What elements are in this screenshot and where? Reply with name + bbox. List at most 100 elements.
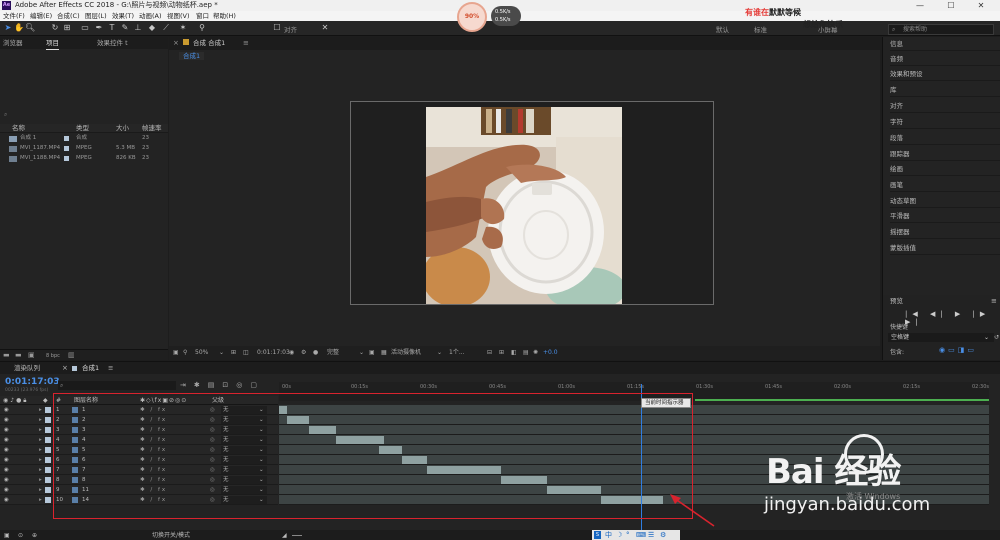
type-tool-icon[interactable]: T: [107, 23, 117, 33]
menu-file[interactable]: 文件(F): [3, 11, 25, 21]
expand-arrow-icon[interactable]: ▸: [39, 475, 42, 485]
expand-arrow-icon[interactable]: ▸: [39, 455, 42, 465]
panel-paragraph[interactable]: 段落: [890, 131, 1000, 145]
tab-effect-controls[interactable]: 效果控件 t: [97, 37, 128, 49]
label-color-swatch[interactable]: [45, 497, 51, 503]
expand-arrow-icon[interactable]: ▸: [39, 465, 42, 475]
new-folder-icon[interactable]: ▬: [15, 351, 22, 359]
col-name[interactable]: 名称: [12, 124, 25, 133]
include-toggles[interactable]: ◉▭◨▭: [939, 346, 977, 354]
panel-motion-sketch[interactable]: 动态草图: [890, 194, 1000, 208]
mask-icon[interactable]: ◫: [243, 346, 249, 360]
label-color-swatch[interactable]: [45, 407, 51, 413]
hand-tool-icon[interactable]: ✋: [14, 23, 24, 33]
pen-tool-icon[interactable]: ✒: [94, 23, 104, 33]
expand-icon[interactable]: ⊙: [18, 530, 23, 540]
label-color-swatch[interactable]: [45, 467, 51, 473]
playback-controls[interactable]: |◀ ◀| ▶ |▶ ▶|: [905, 310, 1000, 326]
delete-icon[interactable]: ▥: [68, 351, 75, 359]
bpc-toggle[interactable]: 8 bpc: [46, 353, 60, 359]
panel-paint[interactable]: 绘画: [890, 162, 1000, 176]
interpret-footage-icon[interactable]: ▬: [3, 351, 10, 359]
eye-icon[interactable]: ◉: [4, 405, 9, 415]
chevron-down-icon[interactable]: ⌄: [359, 346, 364, 360]
project-search-input[interactable]: ⌕: [4, 111, 162, 119]
minimize-button[interactable]: —: [905, 0, 935, 11]
eye-icon[interactable]: ◉: [4, 495, 9, 505]
zoom-out-icon[interactable]: ◢: [282, 530, 287, 540]
views-dropdown[interactable]: 1个...: [449, 346, 465, 360]
lock-icon[interactable]: [183, 39, 189, 45]
timeline-switches[interactable]: ⇥✱▤⊡◎▢: [180, 381, 265, 389]
tab-project[interactable]: 项目: [46, 37, 59, 50]
snapshot-icon[interactable]: ◉: [289, 346, 294, 360]
zoom-tool-icon[interactable]: 🔍︎: [25, 23, 35, 33]
moon-icon[interactable]: ☽: [616, 530, 622, 540]
project-item[interactable]: MVI_1187.MP4 MPEG 5.3 MB 23: [0, 144, 168, 153]
col-type[interactable]: 类型: [76, 124, 89, 133]
snap-icon[interactable]: ✕: [320, 23, 330, 33]
brush-tool-icon[interactable]: ✎: [120, 23, 130, 33]
camera-tool-icon[interactable]: ⊞: [62, 23, 72, 33]
eraser-tool-icon[interactable]: ◆: [147, 23, 157, 33]
expand-arrow-icon[interactable]: ▸: [39, 485, 42, 495]
chevron-down-icon[interactable]: ⌄: [437, 346, 442, 360]
s-icon[interactable]: S: [594, 531, 601, 539]
align-checkbox-icon[interactable]: ☐: [272, 23, 282, 33]
eye-icon[interactable]: ◉: [4, 435, 9, 445]
menu-help[interactable]: 帮助(H): [213, 11, 236, 21]
exposure-value[interactable]: +0.0: [543, 346, 558, 360]
panel-menu-icon[interactable]: ≡: [243, 37, 249, 50]
workspace-standard[interactable]: 标准: [754, 24, 767, 34]
menu-view[interactable]: 视图(V): [167, 11, 190, 21]
col-size[interactable]: 大小: [116, 124, 129, 133]
close-tab-icon[interactable]: ×: [173, 39, 179, 47]
menu-window[interactable]: 窗口: [196, 11, 209, 21]
workspace-default[interactable]: 默认: [716, 24, 729, 34]
3d-icon[interactable]: ▤: [523, 346, 529, 360]
layout-icon[interactable]: ⊟: [487, 346, 492, 360]
eye-icon[interactable]: ◉: [4, 415, 9, 425]
eye-icon[interactable]: ◉: [4, 425, 9, 435]
expand-arrow-icon[interactable]: ▸: [39, 415, 42, 425]
tab-browser[interactable]: 浏览器: [3, 37, 23, 49]
rectangle-tool-icon[interactable]: ▭: [80, 23, 90, 33]
fast-preview-icon[interactable]: ◧: [511, 346, 517, 360]
clone-stamp-tool-icon[interactable]: ⊥: [133, 23, 143, 33]
expand-arrow-icon[interactable]: ▸: [39, 405, 42, 415]
panel-menu-icon[interactable]: ≡: [991, 295, 997, 307]
menu-edit[interactable]: 编辑(E): [30, 11, 52, 21]
roto-brush-tool-icon[interactable]: ⟋: [161, 23, 171, 33]
magnifier-icon[interactable]: ⚲: [183, 346, 187, 360]
close-button[interactable]: ✕: [966, 0, 996, 11]
current-time-display[interactable]: 0:01:17:03: [257, 346, 290, 360]
panel-tracker[interactable]: 跟踪器: [890, 147, 1000, 161]
quality-dropdown[interactable]: 完整: [327, 346, 339, 360]
project-item[interactable]: 合成 1 合成 23: [0, 134, 168, 143]
panel-wiggler[interactable]: 摇摆器: [890, 225, 1000, 239]
eye-icon[interactable]: ◉: [4, 445, 9, 455]
expand-arrow-icon[interactable]: ▸: [39, 445, 42, 455]
comp-flowchart-tab[interactable]: 合成1: [179, 52, 205, 60]
reset-icon[interactable]: ↺: [994, 334, 999, 341]
panel-audio[interactable]: 音频: [890, 52, 1000, 66]
tab-comp1[interactable]: 合成1: [82, 362, 99, 374]
rotate-tool-icon[interactable]: ↻: [50, 23, 60, 33]
panel-libraries[interactable]: 库: [890, 83, 1000, 97]
label-color-swatch[interactable]: [45, 477, 51, 483]
settings-icon[interactable]: ⚙: [660, 530, 666, 540]
pin-tool-icon[interactable]: ⚲: [197, 23, 207, 33]
maximize-button[interactable]: ☐: [936, 0, 966, 11]
channel-icon[interactable]: ⚙: [301, 346, 306, 360]
display-options-icon[interactable]: ▣: [173, 346, 179, 360]
menu-icon[interactable]: ☰: [648, 530, 654, 540]
panel-smoother[interactable]: 平滑器: [890, 209, 1000, 223]
exposure-icon[interactable]: ✺: [533, 346, 538, 360]
color-icon[interactable]: ●: [313, 346, 318, 360]
label-color-swatch[interactable]: [45, 447, 51, 453]
label-color-swatch[interactable]: [45, 457, 51, 463]
puppet-tool-icon[interactable]: ✶: [178, 23, 188, 33]
tab-composition[interactable]: 合成 合成1: [193, 37, 225, 50]
expand-arrow-icon[interactable]: ▸: [39, 425, 42, 435]
menu-layer[interactable]: 图层(L): [85, 11, 107, 21]
